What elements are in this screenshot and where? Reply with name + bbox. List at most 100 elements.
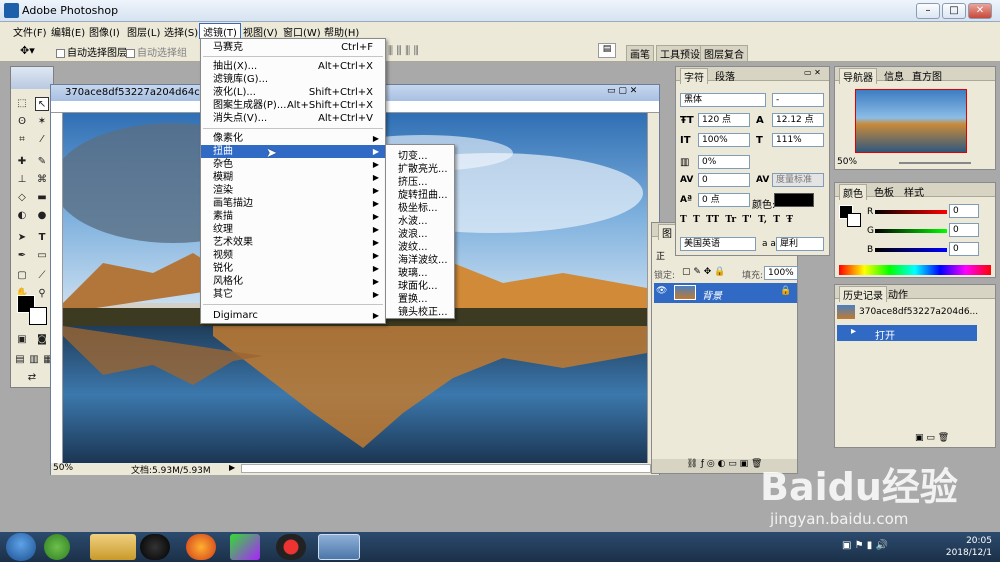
screen-mode-full-menu-icon[interactable]: ▥ bbox=[27, 353, 41, 367]
menu-layer[interactable]: 图层(L) bbox=[124, 24, 163, 39]
taskbar-explorer-icon[interactable] bbox=[90, 534, 136, 560]
filter-item-brush-strokes[interactable]: 画笔描边 ▶ bbox=[201, 197, 385, 210]
maximize-button[interactable]: □ bbox=[942, 3, 966, 19]
healing-brush-tool-icon[interactable]: ✚ bbox=[15, 155, 29, 169]
baseline-shift-field[interactable]: 0 点 bbox=[698, 193, 750, 207]
palette-well-icon[interactable]: ▤ bbox=[598, 43, 616, 58]
history-state-row[interactable]: ▸ 打开 bbox=[837, 325, 977, 342]
navigator-thumbnail[interactable] bbox=[855, 89, 967, 153]
menu-image[interactable]: 图像(I) bbox=[86, 24, 123, 39]
tracking-select[interactable]: 度量标准 bbox=[772, 173, 824, 187]
filter-item-noise[interactable]: 杂色 ▶ bbox=[201, 158, 385, 171]
b-field[interactable]: 0 bbox=[949, 242, 979, 256]
anti-alias-select[interactable]: 犀利 bbox=[776, 237, 824, 251]
strikethrough-button[interactable]: Ŧ bbox=[786, 215, 793, 225]
background-color-swatch[interactable] bbox=[29, 307, 47, 325]
lasso-tool-icon[interactable]: ʘ bbox=[15, 115, 29, 129]
filter-item-sketch[interactable]: 素描 ▶ bbox=[201, 210, 385, 223]
status-arrow-icon[interactable]: ▶ bbox=[229, 463, 235, 472]
taskbar-360-icon[interactable] bbox=[44, 534, 70, 560]
tab-paragraph[interactable]: 段落 bbox=[712, 68, 738, 83]
marquee-tool-icon[interactable]: ⬚ bbox=[15, 97, 29, 111]
align-icons[interactable]: ⫼ ⫼ ⫼ ⫼ bbox=[388, 44, 419, 58]
eyedropper-tool-icon[interactable]: ⟋ bbox=[35, 269, 49, 283]
distort-item-lens-correction[interactable]: 镜头校正... bbox=[398, 303, 448, 318]
leading-field[interactable]: 12.12 点 bbox=[772, 113, 824, 127]
tab-swatches[interactable]: 色板 bbox=[871, 184, 897, 199]
font-size-field[interactable]: 120 点 bbox=[698, 113, 750, 127]
filter-item-digimarc[interactable]: Digimarc ▶ bbox=[201, 309, 385, 322]
filter-item-render[interactable]: 渲染 ▶ bbox=[201, 184, 385, 197]
font-family-select[interactable]: 黑体 bbox=[680, 93, 766, 107]
subscript-button[interactable]: T, bbox=[758, 215, 767, 225]
zoom-level[interactable]: 50% bbox=[53, 463, 73, 473]
path-selection-tool-icon[interactable]: ➤ bbox=[15, 231, 29, 245]
tab-character[interactable]: 字符 bbox=[680, 68, 708, 84]
superscript-button[interactable]: T' bbox=[742, 215, 751, 225]
menu-help[interactable]: 帮助(H) bbox=[321, 24, 362, 39]
history-snapshot[interactable]: 370ace8df53227a204d6... bbox=[859, 307, 978, 317]
tab-layers[interactable]: 图 bbox=[658, 224, 676, 240]
filter-item-texture[interactable]: 纹理 ▶ bbox=[201, 223, 385, 236]
blend-mode-select[interactable]: 正 bbox=[656, 249, 665, 262]
filter-item-artistic[interactable]: 艺术效果 ▶ bbox=[201, 236, 385, 249]
menu-select[interactable]: 选择(S) bbox=[161, 24, 201, 39]
b-slider[interactable] bbox=[875, 248, 947, 252]
filter-item-pixelate[interactable]: 像素化 ▶ bbox=[201, 132, 385, 145]
taskbar-photoshop-icon[interactable] bbox=[318, 534, 360, 560]
taskbar-media-icon[interactable] bbox=[230, 534, 260, 560]
taskbar-firefox-icon[interactable] bbox=[186, 534, 216, 560]
menu-file[interactable]: 文件(F) bbox=[10, 24, 50, 39]
tab-styles[interactable]: 样式 bbox=[901, 184, 927, 199]
menu-view[interactable]: 视图(V) bbox=[240, 24, 281, 39]
tab-color[interactable]: 颜色 bbox=[839, 184, 867, 200]
history-brush-tool-icon[interactable]: ⌘ bbox=[35, 173, 49, 187]
r-field[interactable]: 0 bbox=[949, 204, 979, 218]
r-slider[interactable] bbox=[875, 210, 947, 214]
panel-close-icon[interactable]: ▭ ✕ bbox=[804, 68, 821, 77]
history-footer-icons[interactable]: ▣ ▭ 🗑 bbox=[915, 433, 949, 443]
magic-wand-tool-icon[interactable]: ✶ bbox=[35, 115, 49, 129]
color-ramp[interactable] bbox=[839, 265, 991, 275]
horizontal-scale-field[interactable]: 111% bbox=[772, 133, 824, 147]
notes-tool-icon[interactable]: ▢ bbox=[15, 269, 29, 283]
navigator-zoom[interactable]: 50% bbox=[837, 157, 857, 167]
move-tool-icon[interactable]: ✥▾ bbox=[20, 44, 35, 57]
shape-tool-icon[interactable]: ▭ bbox=[35, 249, 49, 263]
tab-navigator[interactable]: 导航器 bbox=[839, 68, 877, 84]
minimize-button[interactable]: – bbox=[916, 3, 940, 19]
eye-icon[interactable]: 👁 bbox=[656, 286, 667, 296]
font-style-select[interactable]: - bbox=[772, 93, 824, 107]
navigator-view-box[interactable] bbox=[855, 89, 967, 153]
tray-icons[interactable]: ▣ ⚑ ▮ 🔊 bbox=[842, 540, 888, 551]
all-caps-button[interactable]: TT bbox=[706, 215, 719, 225]
dodge-tool-icon[interactable]: ● bbox=[35, 209, 49, 223]
type-tool-icon[interactable]: T bbox=[35, 231, 49, 245]
small-caps-button[interactable]: Tr bbox=[725, 215, 736, 225]
underline-button[interactable]: T bbox=[773, 215, 780, 225]
menu-window[interactable]: 窗口(W) bbox=[280, 24, 324, 39]
zoom-tool-icon[interactable]: ⚲ bbox=[35, 287, 49, 301]
horizontal-scrollbar[interactable] bbox=[241, 464, 651, 473]
tab-tool-presets[interactable]: 工具预设 bbox=[656, 45, 704, 62]
system-clock[interactable]: 20:05 2018/12/1 bbox=[946, 535, 992, 559]
pen-tool-icon[interactable]: ✒ bbox=[15, 249, 29, 263]
jump-to-imageready-icon[interactable]: ⇄ bbox=[25, 371, 39, 385]
filter-item-liquify[interactable]: 液化(L)... Shift+Ctrl+X bbox=[201, 86, 385, 99]
menu-filter[interactable]: 滤镜(T) bbox=[199, 23, 241, 39]
standard-mode-icon[interactable]: ▣ bbox=[15, 333, 29, 347]
eraser-tool-icon[interactable]: ◇ bbox=[15, 191, 29, 205]
crop-tool-icon[interactable]: ⌗ bbox=[15, 133, 29, 147]
taskbar-qq-icon[interactable] bbox=[140, 534, 170, 560]
filter-item-blur[interactable]: 模糊 ▶ bbox=[201, 171, 385, 184]
g-field[interactable]: 0 bbox=[949, 223, 979, 237]
screen-mode-standard-icon[interactable]: ▤ bbox=[13, 353, 27, 367]
lock-icons[interactable]: ▢ ✎ ✥ 🔒 bbox=[682, 267, 725, 277]
document-window-controls[interactable]: ▭ ▢ ✕ bbox=[607, 86, 637, 96]
history-state-open[interactable]: 打开 bbox=[875, 327, 895, 342]
language-select[interactable]: 美国英语 bbox=[680, 237, 756, 251]
blur-tool-icon[interactable]: ◐ bbox=[15, 209, 29, 223]
faux-italic-button[interactable]: T bbox=[693, 215, 700, 225]
menu-edit[interactable]: 编辑(E) bbox=[48, 24, 88, 39]
filter-item-mosaic[interactable]: 马赛克 Ctrl+F bbox=[201, 41, 385, 54]
